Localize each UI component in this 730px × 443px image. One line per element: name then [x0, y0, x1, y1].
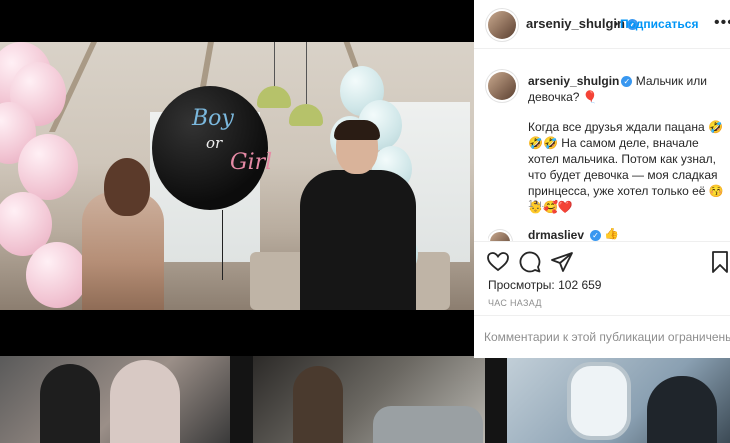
- username[interactable]: arseniy_shulgin: [526, 16, 625, 31]
- caption-username[interactable]: arseniy_shulgin: [528, 74, 619, 88]
- grid-thumbnail[interactable]: [507, 356, 730, 443]
- comment-item: drmasliev ✓ 👍: [488, 228, 728, 242]
- thumb-figure: [647, 376, 717, 443]
- comment-username[interactable]: drmasliev: [528, 228, 584, 242]
- post-actions: Просмотры: 102 659 ЧАС НАЗАД Комментарии…: [474, 241, 730, 358]
- overlay-top: [0, 0, 474, 42]
- backdrop-overlay: [0, 310, 474, 356]
- heart-icon[interactable]: [486, 250, 510, 274]
- verified-icon: ✓: [590, 230, 601, 241]
- share-icon[interactable]: [550, 250, 574, 274]
- caption-body: Когда все друзья ждали пацана 🤣🤣🤣 На сам…: [528, 120, 724, 214]
- avatar[interactable]: [488, 11, 516, 39]
- grid-thumbnail[interactable]: [253, 356, 485, 443]
- thumb-figure: [40, 364, 100, 443]
- verified-icon: ✓: [621, 76, 633, 88]
- caption-avatar[interactable]: [488, 72, 516, 100]
- post-header: arseniy_shulgin✓ • Подписаться •••: [474, 0, 730, 49]
- grid-thumbnail[interactable]: [0, 356, 230, 443]
- posted-time[interactable]: ЧАС НАЗАД: [488, 298, 542, 308]
- pink-balloon: [18, 134, 78, 200]
- comment-text: 👍: [604, 228, 619, 240]
- man-figure: [300, 170, 416, 310]
- thumb-figure: [293, 366, 343, 443]
- pink-balloon: [26, 242, 88, 308]
- woman-head: [104, 158, 150, 216]
- bookmark-icon[interactable]: [708, 250, 730, 274]
- lamp-cord: [274, 42, 275, 88]
- balloon-text-boy: Boy: [192, 106, 234, 131]
- views-label: Просмотры: 102 659: [488, 278, 602, 292]
- follow-button[interactable]: Подписаться: [620, 17, 698, 31]
- view-count[interactable]: Просмотры: 102 659: [488, 278, 601, 292]
- post-caption: arseniy_shulgin ✓ Мальчик или девочка? 🎈 …: [528, 73, 730, 215]
- gender-reveal-balloon: Boy or Girl: [152, 86, 272, 210]
- comment-icon[interactable]: [518, 250, 542, 274]
- man-hair: [334, 120, 380, 140]
- balloon-string: [222, 210, 223, 280]
- pendant-lamp: [257, 86, 291, 108]
- post-video[interactable]: Boy or Girl: [0, 42, 474, 310]
- pendant-lamp: [289, 104, 323, 126]
- thumb-figure: [110, 360, 180, 443]
- comments-restricted: Комментарии к этой публикации ограничены: [474, 315, 730, 359]
- separator-dot: •: [614, 17, 619, 31]
- balloon-text-girl: Girl: [230, 150, 273, 175]
- more-icon[interactable]: •••: [714, 14, 730, 32]
- thumb-car: [373, 406, 483, 443]
- post-panel: arseniy_shulgin✓ • Подписаться ••• arsen…: [474, 0, 730, 358]
- thumb-window: [567, 362, 631, 440]
- caption-time[interactable]: 1 ч.: [528, 199, 544, 210]
- comments-restricted-text: Комментарии к этой публикации ограничены: [484, 330, 730, 344]
- balloon-text-or: or: [206, 134, 223, 152]
- lamp-cord: [306, 42, 307, 104]
